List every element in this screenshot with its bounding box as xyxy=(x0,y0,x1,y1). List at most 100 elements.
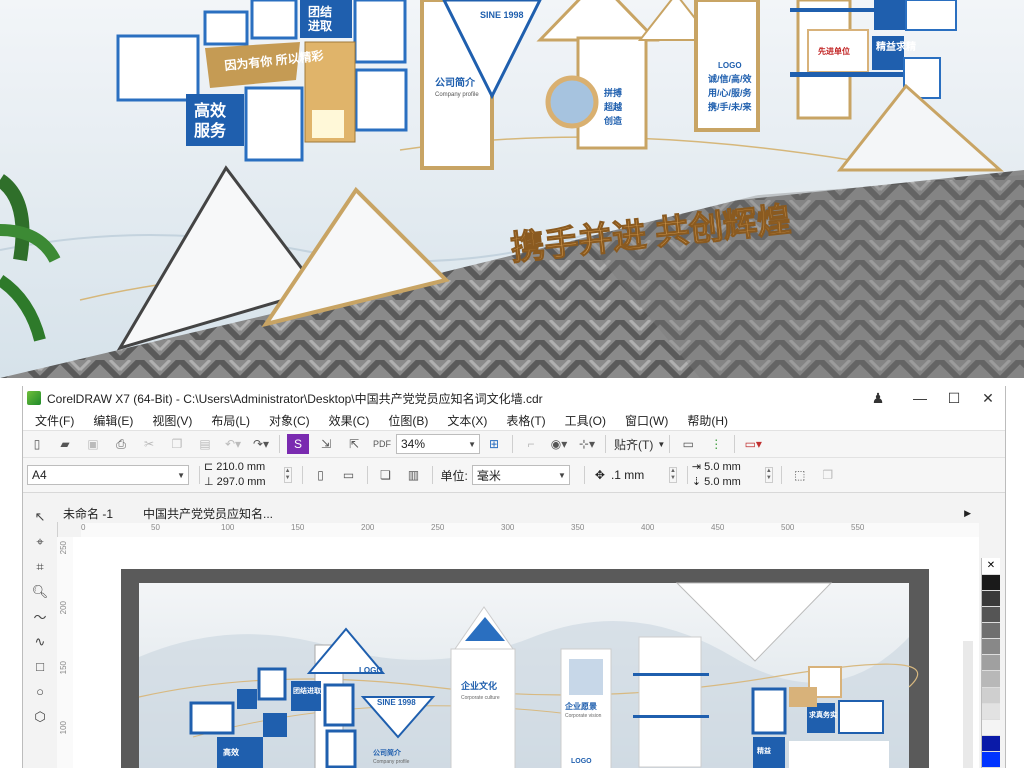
vruler-tick: 250 xyxy=(59,541,68,555)
menu-effects[interactable]: 效果(C) xyxy=(329,412,370,429)
nudge-distance-field[interactable]: .1 mm xyxy=(611,468,667,482)
drawing-canvas[interactable]: LOGO SINE 1998 企业文化 Corporate culture 企业… xyxy=(73,537,979,768)
doc-tab-current[interactable]: 中国共产党党员应知名... xyxy=(143,505,273,522)
values-logo: LOGO xyxy=(718,61,742,70)
ruler-tick: 100 xyxy=(221,523,235,532)
no-fill-swatch[interactable]: ✕ xyxy=(982,558,1000,575)
menu-window[interactable]: 窗口(W) xyxy=(625,412,668,429)
color-swatch[interactable] xyxy=(982,671,1000,688)
units-select[interactable]: 毫米 ▼ xyxy=(471,465,570,485)
shape-tool-icon[interactable]: ⌖ xyxy=(23,529,57,554)
page-size-select[interactable]: A4 ▼ xyxy=(27,465,189,485)
menu-bitmaps[interactable]: 位图(B) xyxy=(388,412,428,429)
menu-view[interactable]: 视图(V) xyxy=(152,412,192,429)
intro-sub: Company profile xyxy=(435,92,479,98)
zoom-level-select[interactable]: 34% ▼ xyxy=(396,434,480,454)
align-icon[interactable]: ⋮ xyxy=(705,434,727,454)
user-icon[interactable]: ♟ xyxy=(861,390,895,407)
print-icon[interactable]: ⎙ xyxy=(110,434,132,454)
tab-scroll-right-icon[interactable]: ▶ xyxy=(964,508,971,519)
welcome-screen-icon[interactable]: ▭ xyxy=(677,434,699,454)
page-height-field[interactable]: 297.0 mm xyxy=(217,476,266,488)
color-palette: ✕ xyxy=(981,558,1000,768)
pick-tool-icon[interactable]: ↖ xyxy=(23,504,57,529)
artistic-media-icon[interactable]: ∿ xyxy=(23,629,57,654)
export-icon[interactable]: ⇱ xyxy=(343,434,365,454)
property-bar: A4 ▼ ⊏ 210.0 mm ⊥ 297.0 mm ▲ ▼ ▯ ▭ ❏ ▥ 单位:… xyxy=(23,457,1005,493)
close-button[interactable]: ✕ xyxy=(971,390,1005,407)
values-3: 携/手/未/来 xyxy=(708,101,753,112)
all-pages-icon[interactable]: ❏ xyxy=(375,465,397,485)
vertical-ruler: 250 200 150 100 xyxy=(57,537,74,768)
redo-icon[interactable]: ↷▾ xyxy=(250,434,272,454)
menu-table[interactable]: 表格(T) xyxy=(506,412,545,429)
dimension-spinner[interactable]: ▲ ▼ xyxy=(283,467,292,483)
full-screen-icon[interactable]: ⊞ xyxy=(483,434,505,454)
year-label: SINE 1998 xyxy=(480,10,524,20)
dup-x-icon: ⇥ xyxy=(691,461,702,473)
coreldraw-logo-icon xyxy=(27,391,41,405)
color-swatch[interactable] xyxy=(982,607,1000,624)
rectangle-tool-icon[interactable]: □ xyxy=(23,654,57,679)
doc-tab-untitled[interactable]: 未命名 -1 xyxy=(63,505,113,522)
color-swatch[interactable] xyxy=(982,687,1000,704)
menu-help[interactable]: 帮助(H) xyxy=(687,412,728,429)
color-swatch[interactable] xyxy=(982,623,1000,640)
menu-object[interactable]: 对象(C) xyxy=(269,412,310,429)
search-content-icon[interactable]: S xyxy=(287,434,309,454)
minimize-button[interactable]: — xyxy=(903,390,937,406)
landscape-icon[interactable]: ▭ xyxy=(338,465,360,485)
page-size-value: A4 xyxy=(32,468,47,482)
view-icon[interactable]: ◉▾ xyxy=(548,434,570,454)
show-rulers-icon[interactable]: ⌐ xyxy=(520,434,542,454)
menu-edit[interactable]: 编辑(E) xyxy=(93,412,133,429)
open-folder-icon[interactable]: ▰ xyxy=(54,434,76,454)
draw-objects-icon[interactable]: ❐ xyxy=(817,465,839,485)
nudge-spinner[interactable]: ▲ ▼ xyxy=(668,467,677,483)
color-swatch[interactable] xyxy=(982,719,1000,736)
page-width-field[interactable]: 210.0 mm xyxy=(216,461,265,473)
color-swatch[interactable] xyxy=(982,575,1000,592)
ruler-tick: 400 xyxy=(641,523,655,532)
ruler-tick: 350 xyxy=(571,523,585,532)
polygon-tool-icon[interactable]: ⬡ xyxy=(23,704,57,729)
color-swatch[interactable] xyxy=(982,639,1000,656)
artboard-tag-excellence: 精益 xyxy=(757,746,771,755)
paste-icon[interactable]: ▤ xyxy=(194,434,216,454)
treat-as-filled-icon[interactable]: ⬚ xyxy=(789,465,811,485)
undo-icon[interactable]: ↶▾ xyxy=(222,434,244,454)
options-icon[interactable]: ▭▾ xyxy=(742,434,764,454)
maximize-button[interactable]: ☐ xyxy=(937,390,971,407)
snap-to-menu[interactable]: 贴齐(T) xyxy=(614,436,653,453)
color-swatch[interactable] xyxy=(982,703,1000,720)
vertical-scrollbar[interactable] xyxy=(963,641,973,768)
import-icon[interactable]: ⇲ xyxy=(315,434,337,454)
color-swatch[interactable] xyxy=(982,751,1000,768)
current-page-icon[interactable]: ▥ xyxy=(403,465,425,485)
guidelines-icon[interactable]: ⊹▾ xyxy=(576,434,598,454)
pdf-icon[interactable]: PDF xyxy=(371,434,393,454)
save-icon[interactable]: ▣ xyxy=(82,434,104,454)
portrait-icon[interactable]: ▯ xyxy=(310,465,332,485)
menu-layout[interactable]: 布局(L) xyxy=(211,412,250,429)
menu-text[interactable]: 文本(X) xyxy=(447,412,487,429)
ruler-tick: 250 xyxy=(431,523,445,532)
menu-file[interactable]: 文件(F) xyxy=(35,412,74,429)
freehand-tool-icon[interactable]: 〜 xyxy=(23,604,57,629)
cut-icon[interactable]: ✂ xyxy=(138,434,160,454)
copy-icon[interactable]: ❐ xyxy=(166,434,188,454)
duplicate-x-field[interactable]: 5.0 mm xyxy=(704,461,741,473)
color-swatch[interactable] xyxy=(982,735,1000,752)
crop-tool-icon[interactable]: ⌗ xyxy=(23,554,57,579)
color-swatch[interactable] xyxy=(982,591,1000,608)
width-icon: ⊏ xyxy=(204,461,214,473)
tag-unity: 团结 xyxy=(308,4,332,19)
vruler-tick: 200 xyxy=(59,601,68,615)
menu-tools[interactable]: 工具(O) xyxy=(565,412,606,429)
zoom-tool-icon[interactable]: 🔍︎ xyxy=(23,579,57,604)
duplicate-y-field[interactable]: 5.0 mm xyxy=(704,476,741,488)
ellipse-tool-icon[interactable]: ○ xyxy=(23,679,57,704)
color-swatch[interactable] xyxy=(982,655,1000,672)
duplicate-spinner[interactable]: ▲ ▼ xyxy=(764,467,773,483)
new-document-icon[interactable]: ▯ xyxy=(26,434,48,454)
